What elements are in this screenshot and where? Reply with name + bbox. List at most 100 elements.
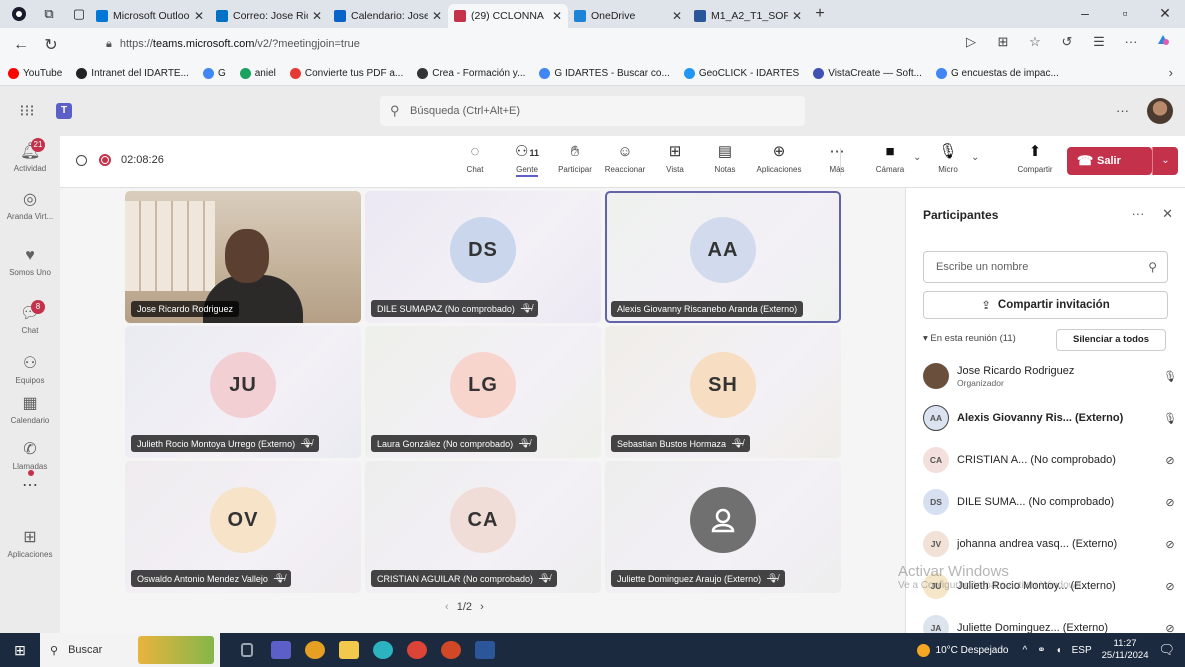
next-page-icon[interactable]: › [480,601,484,613]
bookmark-item[interactable]: Intranet del IDARTE... [76,67,189,79]
teams-taskbar-icon[interactable] [264,633,298,667]
participant-row[interactable]: DS DILE SUMA... (No comprobado) ⊘ [923,484,1178,520]
rail-item-5[interactable]: ⚇ Equipos [0,354,60,385]
bookmark-item[interactable]: GeoCLICK - IDARTES [683,67,799,79]
meeting-control-gente[interactable]: ⚇11 Gente [502,142,552,177]
participant-tile[interactable]: LG Laura González (No comprobado) 🎙︎̸ [365,326,601,458]
browser-tab[interactable]: (29) CCLONNA ✕ [448,4,568,28]
meeting-control-notas[interactable]: ▤ Notas [700,142,750,174]
favorite-star-icon[interactable]: ☆ [1021,34,1049,50]
refresh-page-icon[interactable]: ↺ [1053,34,1081,50]
participant-tile[interactable]: DS DILE SUMAPAZ (No comprobado) 🎙︎̸ [365,191,601,323]
rail-item-4[interactable]: 💬︎ 8 Chat [0,300,60,335]
tab-actions-icon[interactable]: ▢ [68,3,90,25]
teams-search-input[interactable]: ⚲ Búsqueda (Ctrl+Alt+E) [380,96,805,126]
clock[interactable]: 11:27 25/11/2024 [1102,638,1149,662]
windows-start-icon[interactable]: ⊞ [0,642,40,659]
task-view-taskbar-icon[interactable] [230,633,264,667]
mic-button[interactable]: 🎙︎ Micro [923,142,973,174]
app-available-icon[interactable]: ▷ [957,34,985,50]
bookmarks-overflow-icon[interactable]: › [1169,65,1173,80]
shield-icon[interactable] [76,154,87,166]
tray-chevron-icon[interactable]: ^ [1022,645,1027,656]
browser-profile-icon[interactable] [8,3,30,25]
panel-more-icon[interactable]: ··· [1131,206,1144,221]
participant-search-input[interactable]: Escribe un nombre ⚲ [923,251,1168,283]
minimize-icon[interactable]: – [1065,0,1105,28]
bookmark-item[interactable]: aniel [239,67,276,79]
participant-tile[interactable]: Jose Ricardo Rodriguez [125,191,361,323]
camera-button[interactable]: ■ Cámara [865,142,915,174]
notifications-icon[interactable]: 🗨︎ [1158,642,1175,658]
close-tab-icon[interactable]: ✕ [194,9,204,23]
chevron-down-icon[interactable]: ⌄ [913,152,921,163]
browser-tab[interactable]: Microsoft Outlook (✕ [90,4,210,28]
bookmark-item[interactable]: Crea - Formación y... [417,67,525,79]
participant-tile[interactable]: AA Alexis Giovanny Riscanebo Aranda (Exte… [605,191,841,323]
participant-row[interactable]: Jose Ricardo Rodriguez Organizador 🎙︎ [923,358,1178,394]
url-field[interactable]: 🔒︎ https://teams.microsoft.com/v2/?meeti… [106,32,941,56]
close-tab-icon[interactable]: ✕ [792,9,802,23]
participant-tile[interactable]: SH Sebastian Bustos Hormaza 🎙︎̸ [605,326,841,458]
language-indicator[interactable]: ESP [1072,645,1092,656]
meeting-control-aplicaciones[interactable]: ⊕ Aplicaciones [754,142,804,174]
meeting-control-más[interactable]: ⋯ Más [812,142,862,174]
participant-tile[interactable]: OV Oswaldo Antonio Mendez Vallejo 🎙︎̸ [125,461,361,593]
participant-row[interactable]: CA CRISTIAN A... (No comprobado) ⊘ [923,442,1178,478]
network-icon[interactable]: ⚭ [1037,645,1045,656]
close-panel-icon[interactable]: ✕ [1162,206,1173,221]
bookmark-item[interactable]: G [202,67,226,79]
close-tab-icon[interactable]: ✕ [432,9,442,23]
close-tab-icon[interactable]: ✕ [312,9,322,23]
favorites-icon[interactable]: ☰ [1085,34,1113,50]
explorer-taskbar-icon[interactable] [332,633,366,667]
participant-tile[interactable]: Juliette Dominguez Araujo (Externo) 🎙︎̸ [605,461,841,593]
weather-widget[interactable]: 10°C Despejado [916,643,1008,657]
bookmark-item[interactable]: G encuestas de impac... [935,67,1059,79]
user-avatar[interactable] [1147,98,1173,124]
close-tab-icon[interactable]: ✕ [672,9,682,23]
participant-tile[interactable]: JU Julieth Rocio Montoya Urrego (Externo)… [125,326,361,458]
bookmark-item[interactable]: YouTube [8,67,62,79]
participant-row[interactable]: AA Alexis Giovanny Ris... (Externo) 🎙︎ [923,400,1178,436]
browser-tab[interactable]: M1_A2_T1_SOP1_G ✕ [688,4,808,28]
rail-item-3[interactable]: ♥ Somos Uno [0,246,60,277]
chrome-taskbar-icon[interactable] [298,633,332,667]
refresh-icon[interactable]: ↻ [36,35,66,55]
meeting-control-reaccionar[interactable]: ☺ Reaccionar [600,142,650,174]
read-aloud-icon[interactable]: ⊞ [989,34,1017,50]
chrome-alt-taskbar-icon[interactable] [400,633,434,667]
bookmark-item[interactable]: VistaCreate — Soft... [813,67,922,79]
rail-item-7[interactable]: ✆ Llamadas [0,440,60,471]
app-launcher-icon[interactable]: ⁝⁝⁝ [12,101,42,121]
bookmark-item[interactable]: Convierte tus PDF a... [289,67,403,79]
meeting-control-chat[interactable]: ◌ Chat [450,142,500,174]
taskbar-search-input[interactable]: ⚲ Buscar [40,633,220,667]
browser-tab[interactable]: Correo: Jose Ricardo ✕ [210,4,328,28]
share-button[interactable]: ⬆ Compartir [1010,142,1060,174]
close-tab-icon[interactable]: ✕ [552,9,562,23]
volume-icon[interactable]: ◖ [1056,645,1062,656]
bookmark-item[interactable]: G IDARTES - Buscar co... [539,67,670,79]
chevron-down-icon[interactable]: ⌄ [971,152,979,163]
in-meeting-section-toggle[interactable]: ▾ En esta reunión (11) [923,333,1016,344]
rail-item-1[interactable]: 🔔︎ 21 Actividad [0,138,60,173]
back-icon[interactable]: ← [6,36,36,54]
leave-options-button[interactable]: ⌄ [1152,147,1178,175]
browser-tab[interactable]: OneDrive ✕ [568,4,688,28]
rail-item-9[interactable]: ⊞ Aplicaciones [0,528,60,559]
new-tab-icon[interactable]: + [808,5,832,23]
lock-icon[interactable]: 🔒︎ [106,38,112,51]
rail-item-2[interactable]: ◎ Aranda Virt... [0,190,60,221]
more-icon[interactable]: ··· [1117,34,1145,49]
restore-icon[interactable]: ▫ [1105,0,1145,28]
workspaces-icon[interactable]: ⧉ [38,3,60,25]
participant-row[interactable]: JV johanna andrea vasq... (Externo) ⊘ [923,526,1178,562]
browser-tab[interactable]: Calendario: Jose Ric ✕ [328,4,448,28]
copilot-icon[interactable] [1149,32,1177,51]
meeting-control-participar[interactable]: ✋︎ Participar [550,142,600,174]
rail-item-8[interactable]: ⋯ [0,470,60,498]
edge-taskbar-icon[interactable] [366,633,400,667]
leave-button[interactable]: ☎ Salir [1067,147,1152,175]
meeting-control-vista[interactable]: ⊞ Vista [650,142,700,174]
